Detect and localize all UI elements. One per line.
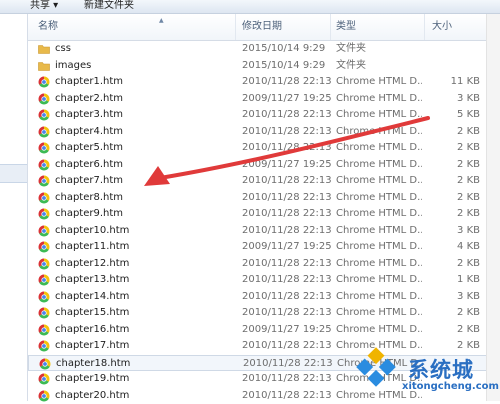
watermark-url: xitongcheng.com: [402, 381, 499, 392]
red-arrow-annotation: [144, 116, 430, 186]
watermark-text: 系统城: [408, 358, 474, 382]
